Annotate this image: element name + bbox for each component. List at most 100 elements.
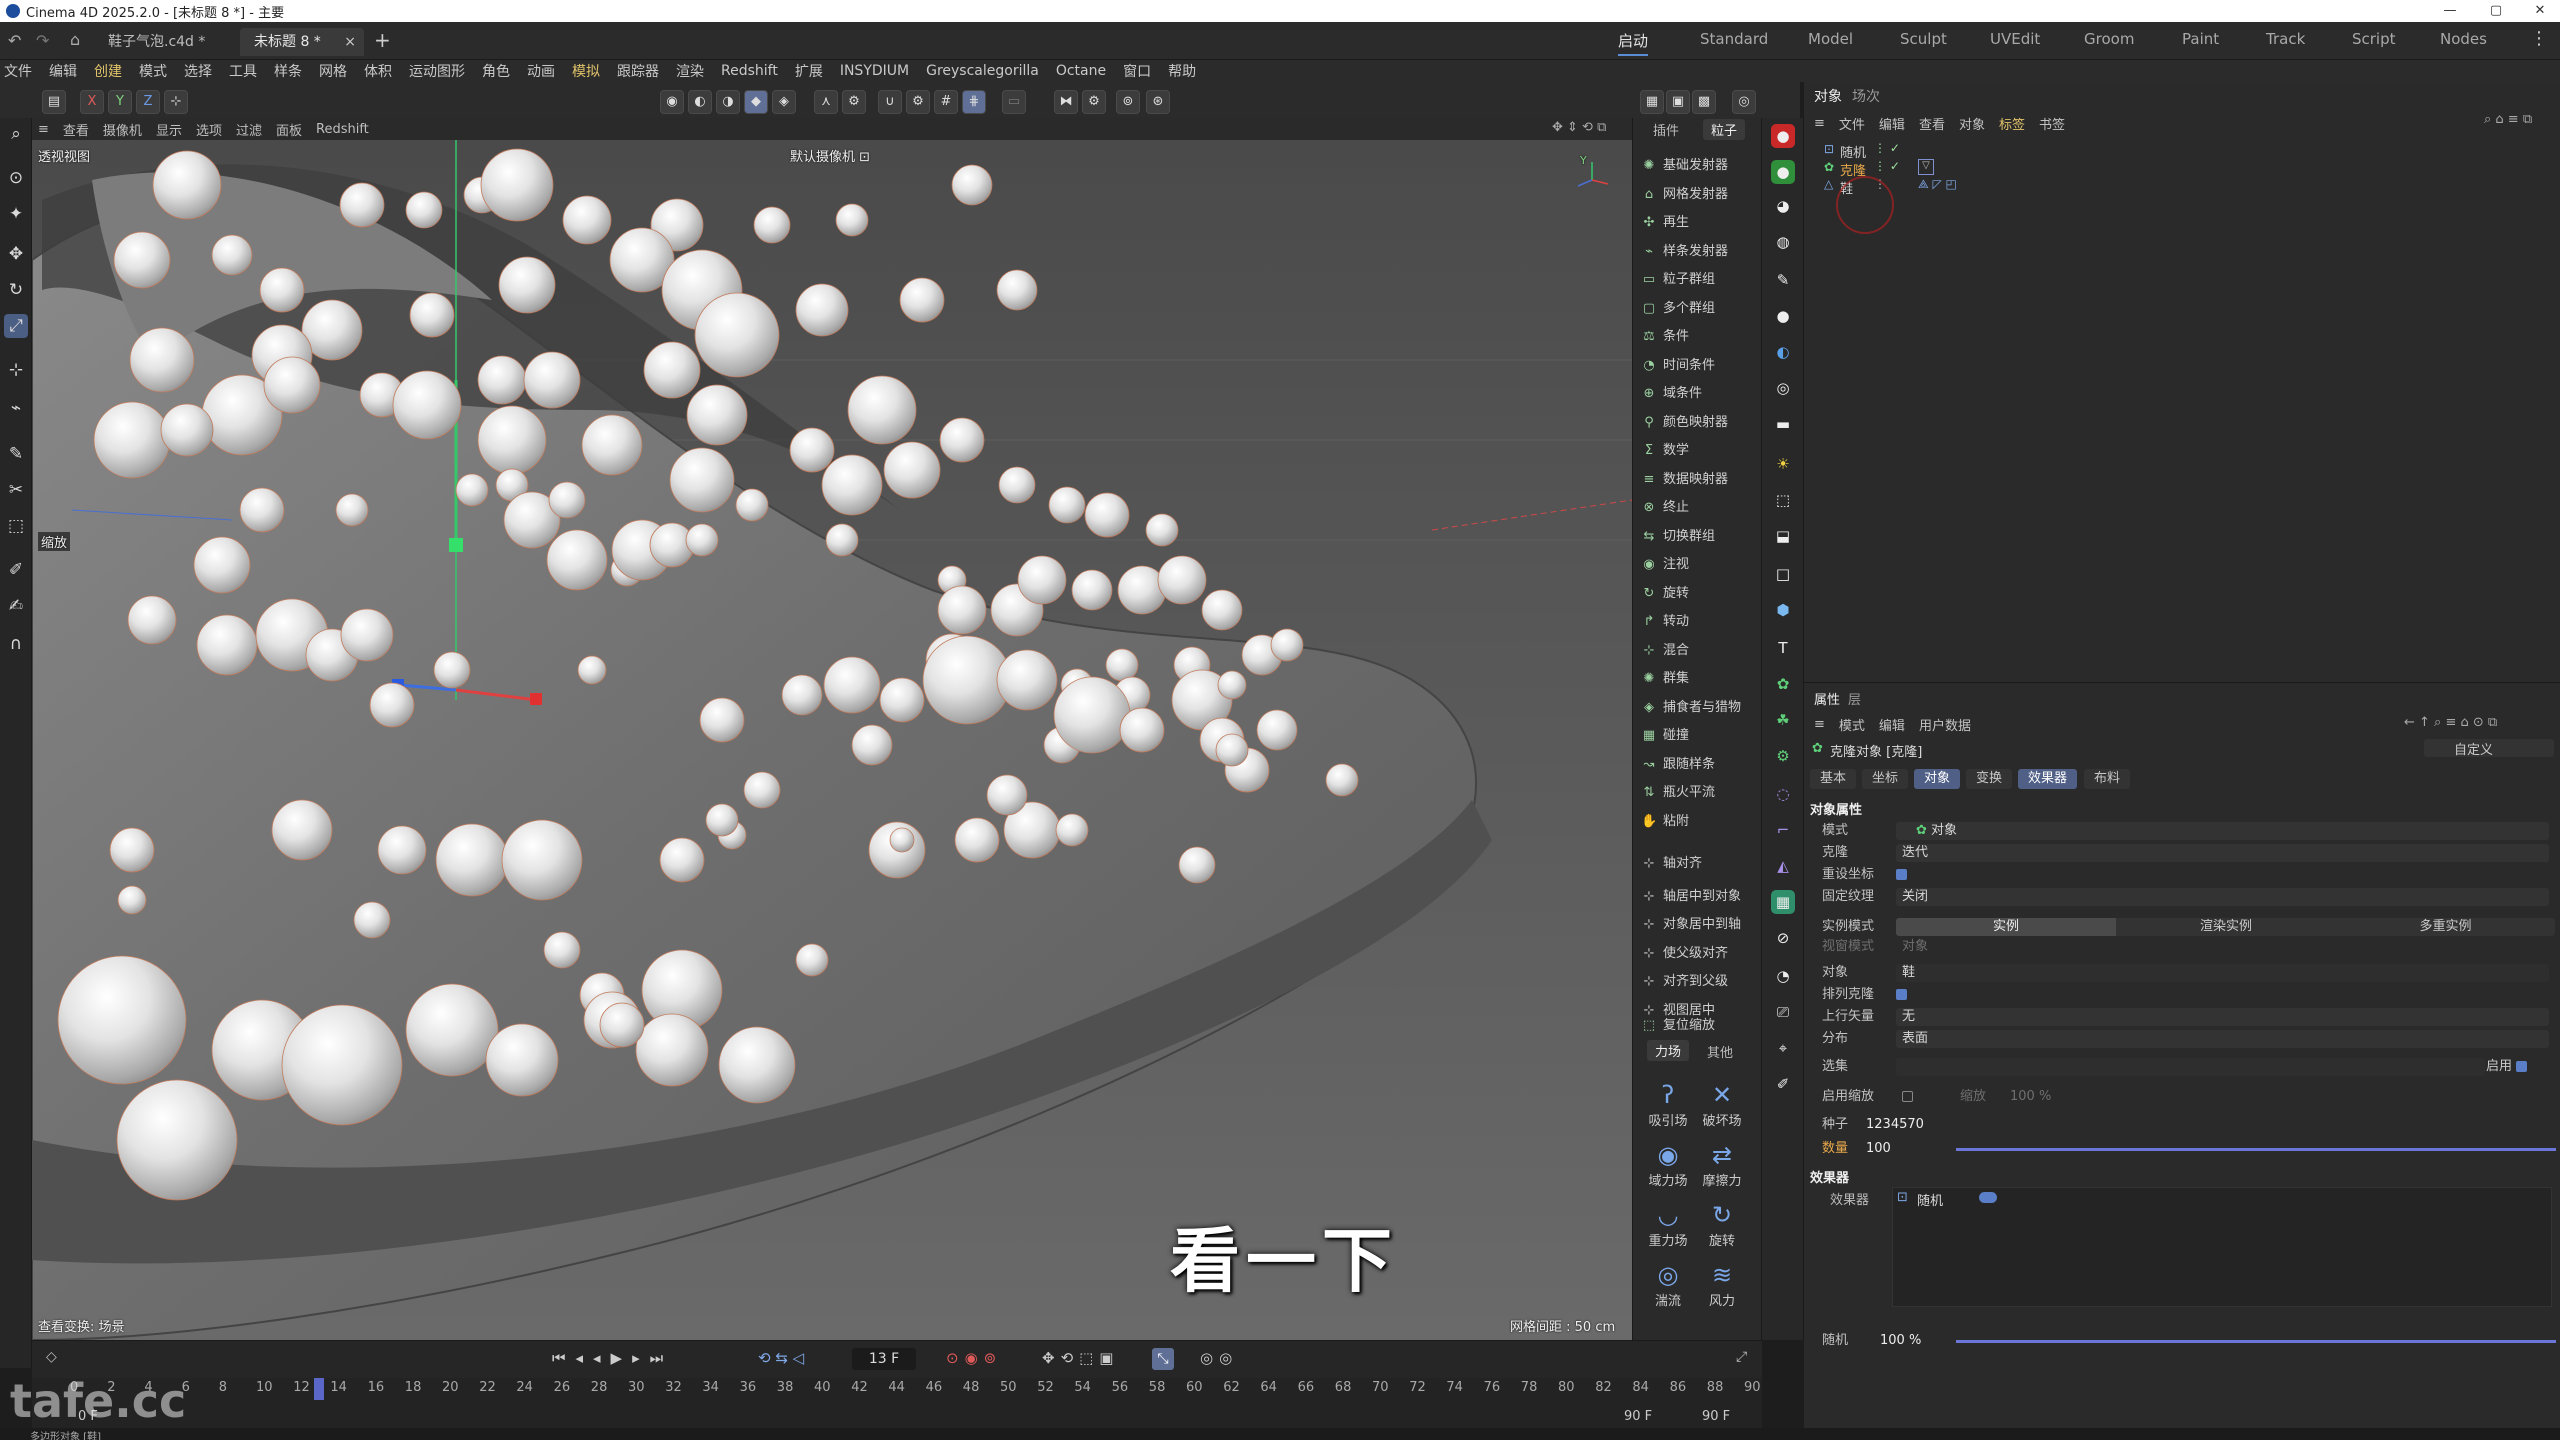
sculpt-icon[interactable]: ✎ — [1771, 268, 1795, 292]
display-shading-icon[interactable]: ◆ — [744, 90, 768, 114]
deformer-icon[interactable]: ◌ — [1771, 782, 1795, 806]
more-menu-icon[interactable]: ⋮ — [2530, 28, 2548, 49]
motion-record-icon[interactable]: ⤡ — [1152, 1348, 1174, 1370]
grid-array-icon[interactable]: ▦ — [1771, 890, 1795, 914]
attr-subtab[interactable]: 效果器 — [2018, 769, 2078, 789]
menu-select[interactable]: 选择 — [184, 61, 212, 81]
floor-icon[interactable]: ⬓ — [1771, 524, 1795, 548]
home-icon[interactable]: ⌂ — [70, 30, 80, 49]
quantize-icon[interactable]: ⋕ — [962, 90, 986, 114]
panel-tab-plugins[interactable]: 插件 — [1653, 120, 1679, 139]
attr-subtab[interactable]: 对象 — [1914, 769, 1961, 789]
record-key-buttons[interactable]: ⊙◉⊚ — [946, 1349, 1002, 1367]
null-icon[interactable]: ⊘ — [1771, 926, 1795, 950]
polygon-pen-icon[interactable]: ✎ — [4, 442, 28, 466]
environment-icon[interactable]: ◔ — [1771, 964, 1795, 988]
fixed-texture-dropdown[interactable]: 关闭 — [1896, 888, 2549, 906]
snap-icon[interactable]: ⋏ — [814, 90, 838, 114]
layout-tab-standard[interactable]: Standard — [1700, 30, 1768, 48]
magnet-tool-icon[interactable]: ∩ — [4, 632, 28, 656]
particle-command-item[interactable]: ⌂ 网格发射器 — [1637, 183, 1759, 207]
particle-command-item[interactable]: ✺ 群集 — [1637, 667, 1759, 691]
material-sphere-icon[interactable]: ● — [1771, 304, 1795, 328]
undo-icon[interactable]: ↶ — [8, 31, 21, 50]
objmgr-tab-objects[interactable]: 对象 — [1814, 86, 1842, 106]
menu-mograph[interactable]: 运动图形 — [409, 61, 465, 81]
minimize-button[interactable]: — — [2430, 0, 2470, 22]
particle-command-item[interactable]: ⊕ 域条件 — [1637, 382, 1759, 406]
reset-scale-command[interactable]: ⬚ 复位缩放 — [1637, 1014, 1759, 1038]
objmgr-menu-tags[interactable]: 标签 — [1999, 114, 2025, 133]
menu-octane[interactable]: Octane — [1056, 63, 1106, 79]
objmgr-search-icon[interactable]: ⌕ ⌂ ≡ ⧉ — [2484, 112, 2532, 127]
viewport-menu-display[interactable]: 显示 — [156, 120, 182, 139]
menu-greyscalegorilla[interactable]: Greyscalegorilla — [926, 63, 1039, 79]
sculpt-tool-icon[interactable]: ✍ — [4, 594, 28, 618]
cloner-icon[interactable]: ☘ — [1771, 708, 1795, 732]
viewport-menu-cameras[interactable]: 摄像机 — [103, 120, 142, 139]
mograph-icon[interactable]: ● — [1771, 160, 1795, 184]
plane-icon[interactable]: □ — [1771, 562, 1795, 586]
particle-command-item[interactable]: ↝ 跟随样条 — [1637, 753, 1759, 777]
cloner-tag-icon[interactable]: ▽ — [1918, 159, 1934, 175]
menu-file[interactable]: 文件 — [4, 61, 32, 81]
shoe-tags-icon[interactable]: ⟁ ◸ ◰ — [1918, 177, 1957, 192]
objmgr-tab-takes[interactable]: 场次 — [1852, 86, 1880, 106]
objmgr-menu-view[interactable]: 查看 — [1919, 114, 1945, 133]
light-icon[interactable]: ☀ — [1771, 452, 1795, 476]
menu-edit[interactable]: 编辑 — [49, 61, 77, 81]
arrange-clones-checkbox[interactable] — [1896, 989, 1907, 1000]
friction-button[interactable]: ⇄ 摩擦力 — [1695, 1140, 1749, 1189]
instance-mode-render-instance[interactable]: 渲染实例 — [2116, 918, 2336, 936]
panel-tab-other[interactable]: 其他 — [1707, 1042, 1733, 1061]
snap-settings-icon[interactable]: ⚙ — [842, 90, 866, 114]
add-tab-button[interactable]: + — [374, 28, 391, 52]
field-force-button[interactable]: ◉ 域力场 — [1641, 1140, 1695, 1189]
viewport-nav-icons[interactable]: ✥ ⇕ ⟲ ⧉ — [1552, 120, 1606, 135]
timeline-ruler[interactable]: 0 2 4 6 8 10 12 14 16 18 20 22 24 26 28 30 32 34 36 38 40 42 4… — [32, 1378, 1762, 1408]
attractor-field-button[interactable]: ʔ 吸引场 — [1641, 1080, 1695, 1129]
zoom-label[interactable]: 缩放 — [38, 532, 71, 551]
effector-gear-icon[interactable]: ⚙ — [1771, 744, 1795, 768]
menu-mesh[interactable]: 网格 — [319, 61, 347, 81]
render-region-icon[interactable]: ◐ — [688, 90, 712, 114]
timeline-playhead[interactable] — [313, 1378, 324, 1400]
particle-command-item[interactable]: ⊹ 混合 — [1637, 639, 1759, 663]
solo-hierarchy-icon[interactable]: ⊛ — [1146, 90, 1170, 114]
viewport-menu-icon[interactable]: ≡ — [38, 122, 49, 137]
particle-command-item[interactable]: ▦ 碰撞 — [1637, 724, 1759, 748]
render-view-icon[interactable]: ◉ — [660, 90, 684, 114]
playback-buttons[interactable]: ⏮◂◂▶▸⏭ — [552, 1349, 673, 1367]
align-command-item[interactable]: ⊹ 对象居中到轴 — [1637, 913, 1759, 937]
layout-tab-model[interactable]: Model — [1808, 30, 1853, 48]
objmgr-menu-object[interactable]: 对象 — [1959, 114, 1985, 133]
instance-mode-multi-instance[interactable]: 多重实例 — [2336, 918, 2555, 936]
symmetry-settings-icon[interactable]: ⚙ — [1082, 90, 1106, 114]
undo-history-icon[interactable]: ▤ — [42, 90, 66, 114]
effectors-list[interactable]: ⊡ 随机 — [1892, 1187, 2552, 1307]
random-strength-slider[interactable] — [1956, 1340, 2556, 1343]
particle-command-item[interactable]: ◔ 时间条件 — [1637, 354, 1759, 378]
grid-icon[interactable]: # — [934, 90, 958, 114]
count-input[interactable]: 100 — [1866, 1139, 1891, 1159]
attr-subtab[interactable]: 坐标 — [1862, 769, 1909, 789]
particle-command-item[interactable]: ✺ 基础发射器 — [1637, 154, 1759, 178]
attr-menu-userdata[interactable]: 用户数据 — [1919, 715, 1971, 734]
key-type-buttons[interactable]: ✥⟲⬚▣ — [1042, 1349, 1119, 1367]
particle-command-item[interactable]: ◉ 注视 — [1637, 553, 1759, 577]
object-row-shoe[interactable]: △ 鞋 ⋮ ⟁ ◸ ◰ — [1804, 176, 2560, 197]
attr-tab-attributes[interactable]: 属性 — [1814, 689, 1840, 708]
objmgr-menu-bookmarks[interactable]: 书签 — [2039, 114, 2065, 133]
align-command-item[interactable]: ⊹ 使父级对齐 — [1637, 942, 1759, 966]
enable-scale-checkbox[interactable] — [1902, 1091, 1913, 1102]
viewport-solo-icon[interactable]: ⊚ — [1116, 90, 1140, 114]
camera-label[interactable]: 默认摄像机 ⊡ — [790, 146, 870, 165]
render-settings-icon[interactable]: ▦ — [1640, 90, 1664, 114]
objmgr-menu-edit[interactable]: 编辑 — [1879, 114, 1905, 133]
seed-input[interactable]: 1234570 — [1866, 1115, 1924, 1135]
count-slider[interactable] — [1956, 1148, 2556, 1151]
particle-command-item[interactable]: ⌁ 样条发射器 — [1637, 240, 1759, 264]
layout-tab-uvedit[interactable]: UVEdit — [1990, 30, 2040, 48]
menu-mode[interactable]: 模式 — [139, 61, 167, 81]
current-frame-field[interactable]: 13 F — [852, 1348, 916, 1370]
